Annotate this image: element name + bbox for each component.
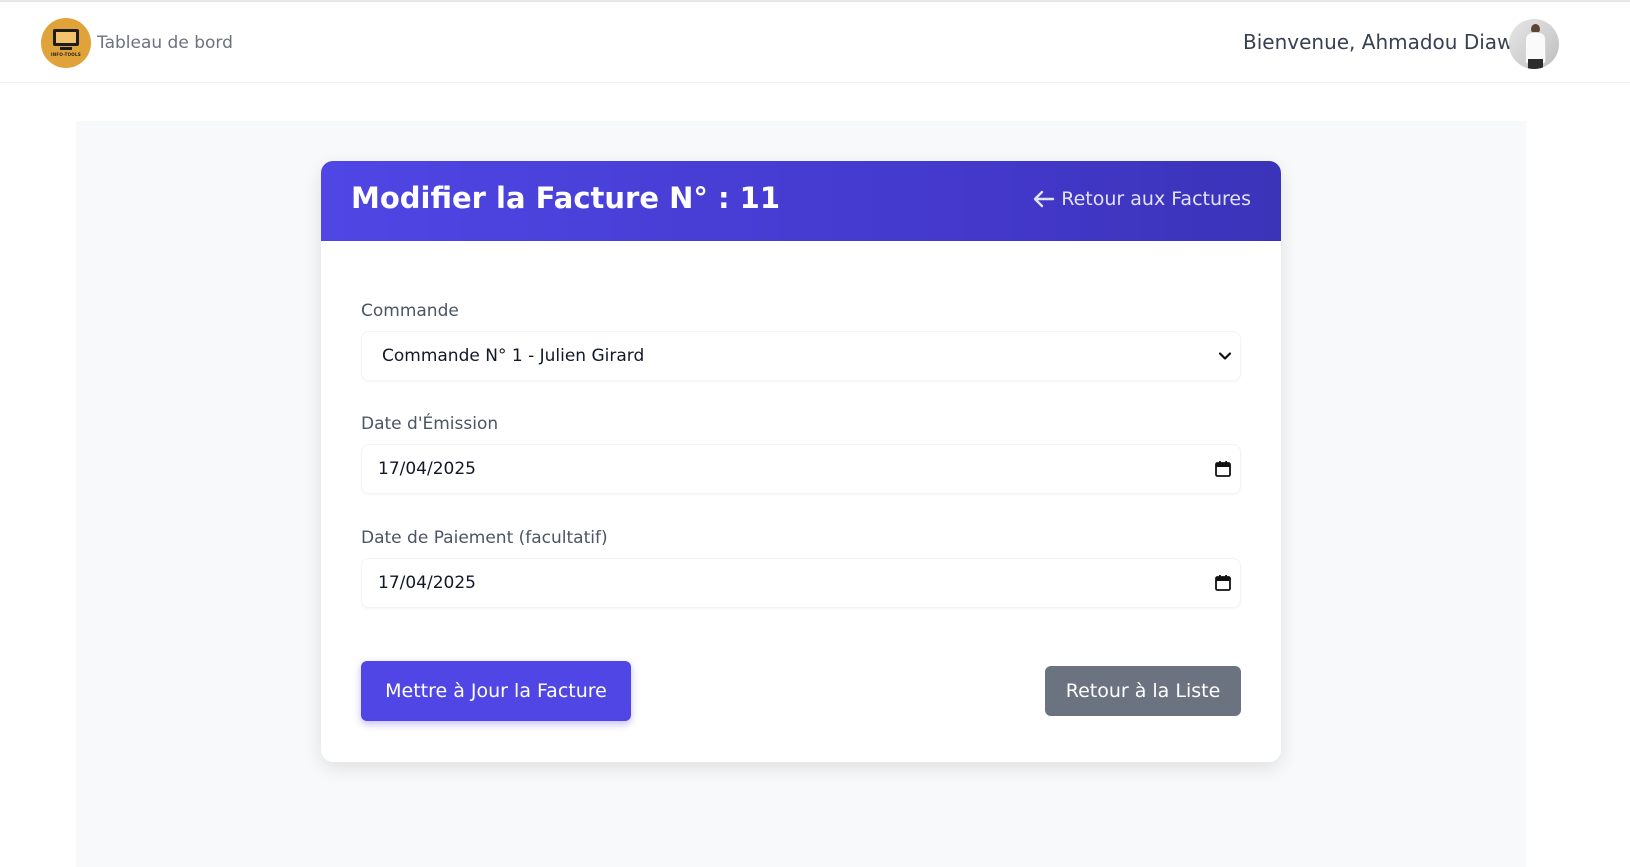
card-header: Modifier la Facture N° : 11 Retour aux F… <box>321 161 1281 241</box>
arrow-left-icon <box>1034 190 1055 208</box>
chevron-down-icon <box>1218 352 1232 360</box>
calendar-icon[interactable] <box>1214 574 1232 592</box>
update-invoice-button[interactable]: Mettre à Jour la Facture <box>361 661 631 721</box>
date-paiement-value: 17/04/2025 <box>378 573 476 593</box>
date-emission-value: 17/04/2025 <box>378 459 476 479</box>
commande-select[interactable]: Commande N° 1 - Julien Girard <box>361 331 1241 381</box>
date-paiement-label: Date de Paiement (facultatif) <box>361 528 608 548</box>
brand-label[interactable]: Tableau de bord <box>97 33 233 53</box>
date-emission-input[interactable]: 17/04/2025 <box>361 444 1241 494</box>
user-avatar[interactable] <box>1509 19 1559 69</box>
date-paiement-input[interactable]: 17/04/2025 <box>361 558 1241 608</box>
back-to-invoices-link[interactable]: Retour aux Factures <box>1033 188 1251 210</box>
edit-invoice-card: Modifier la Facture N° : 11 Retour aux F… <box>321 161 1281 762</box>
date-emission-label: Date d'Émission <box>361 414 499 434</box>
calendar-icon[interactable] <box>1214 460 1232 478</box>
logo-text: INFO-TOOLS <box>50 52 82 57</box>
top-navbar: INFO-TOOLS Tableau de bord Bienvenue, Ah… <box>0 0 1630 83</box>
back-to-invoices-label: Retour aux Factures <box>1061 188 1251 210</box>
brand-link[interactable]: INFO-TOOLS Tableau de bord <box>41 18 233 68</box>
commande-value: Commande N° 1 - Julien Girard <box>382 346 645 366</box>
back-to-list-button[interactable]: Retour à la Liste <box>1045 666 1241 716</box>
welcome-message: Bienvenue, Ahmadou Diaw <box>1243 30 1514 54</box>
page-title: Modifier la Facture N° : 11 <box>351 181 781 215</box>
logo-icon: INFO-TOOLS <box>41 18 91 68</box>
commande-label: Commande <box>361 301 459 321</box>
